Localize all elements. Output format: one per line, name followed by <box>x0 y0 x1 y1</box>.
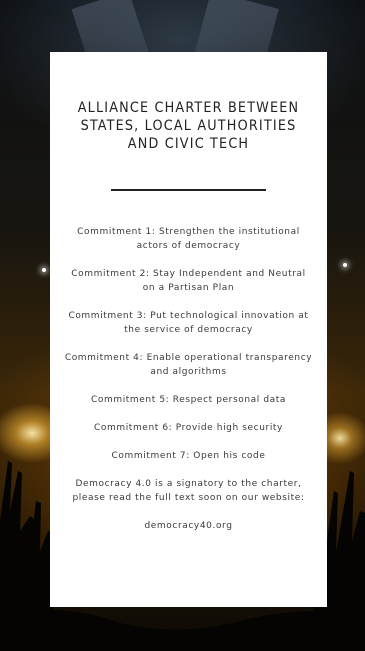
title-divider <box>111 189 266 191</box>
spotlight-dot <box>42 268 46 272</box>
commitment-item: Commitment 2: Stay Independent and Neutr… <box>71 269 306 293</box>
website-link[interactable]: democracy40.org <box>50 519 327 533</box>
commitment-item: Commitment 4: Enable operational transpa… <box>64 353 313 377</box>
commitment-item: Commitment 1: Strengthen the institution… <box>77 227 300 251</box>
spotlight-dot <box>343 263 347 267</box>
commitment-list: Commitment 1: Strengthen the institution… <box>64 225 313 463</box>
commitment-item: Commitment 5: Respect personal data <box>90 395 287 405</box>
charter-card: ALLIANCE CHARTER BETWEEN STATES, LOCAL A… <box>50 52 327 607</box>
commitment-item: Commitment 7: Open his code <box>111 451 266 461</box>
commitment-item: Commitment 3: Put technological innovati… <box>68 311 309 335</box>
signatory-note: Democracy 4.0 is a signatory to the char… <box>72 479 305 503</box>
charter-title: ALLIANCE CHARTER BETWEEN STATES, LOCAL A… <box>77 100 300 152</box>
commitment-item: Commitment 6: Provide high security <box>93 423 283 433</box>
